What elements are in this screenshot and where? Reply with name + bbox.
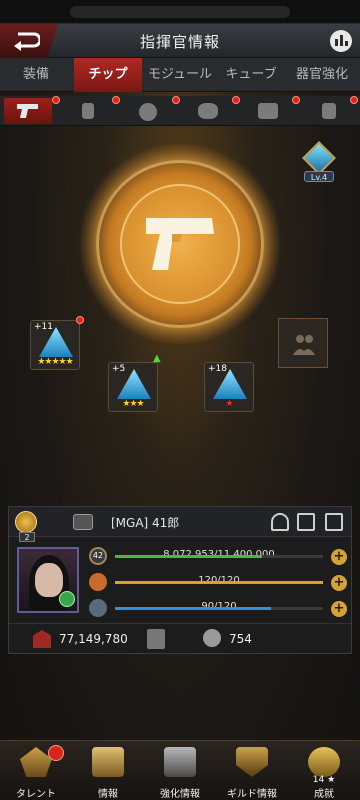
chip-level: +11 (34, 322, 53, 332)
exp-plus-button[interactable]: + (331, 549, 347, 565)
notification-dot (112, 96, 120, 104)
rank-shield-icon (15, 511, 37, 533)
profile-settings-icon[interactable] (271, 513, 289, 531)
stamina-bar-fill (115, 581, 323, 584)
tab-bar: 装備 チップ モジュール キューブ 器官強化 (0, 58, 360, 92)
nav-label: タレント (16, 789, 56, 800)
upgrade-icon (164, 747, 196, 777)
tab-cube[interactable]: キューブ (218, 58, 284, 92)
exp-bar (115, 555, 323, 558)
nav-info[interactable]: 情報 (72, 741, 144, 800)
rank-badge[interactable]: Lv.4 (302, 141, 336, 182)
chip-stars: ★ (225, 399, 233, 409)
energy-icon (89, 599, 107, 617)
player-info-panel: 2 [MGA] 41郎 42 8,072,953/11,400,000 + 12… (8, 506, 352, 654)
avatar-face (35, 563, 63, 597)
power-value: 77,149,780 (59, 632, 128, 646)
player-rank-badge: 2 (15, 511, 39, 542)
chip-level: +5 (112, 364, 126, 374)
exp-bar-fill (115, 555, 263, 558)
nav-label: ギルド情報 (227, 789, 277, 800)
upgrade-arrow-icon: ▲ (153, 353, 161, 364)
nav-talent[interactable]: タレント (0, 741, 72, 800)
notification-dot (292, 96, 300, 104)
category-boot[interactable] (304, 98, 352, 124)
tab-equipment[interactable]: 装備 (0, 58, 72, 92)
achievement-count: 14 ★ (312, 775, 336, 785)
skull-icon (203, 629, 221, 647)
pistol-icon (17, 104, 38, 118)
player-name: [MGA] 41郎 (111, 516, 180, 530)
chip-category-bar (0, 96, 360, 126)
nav-achievement[interactable]: 14 ★ 成就 (288, 741, 360, 800)
energy-bar-fill (115, 607, 271, 610)
player-rank: 2 (19, 532, 35, 542)
boot-icon (322, 103, 336, 119)
stats-button[interactable] (330, 30, 352, 52)
guild-icon (236, 747, 268, 777)
power-icon (33, 630, 51, 648)
category-vest[interactable] (244, 98, 292, 124)
chip-slot-2[interactable]: +5 ★★★ ▲ (108, 353, 161, 412)
top-strip (0, 0, 360, 24)
rank-diamond-icon (302, 141, 336, 175)
rank-level: Lv.4 (304, 171, 334, 182)
info-icon (92, 747, 124, 777)
chip-slot-1[interactable]: +11 ★★★★★ (30, 320, 80, 370)
notification-dot (172, 96, 180, 104)
header-bar: 指揮官情報 (0, 24, 360, 58)
chip-stars: ★★★ (122, 399, 144, 409)
notification-dot (232, 96, 240, 104)
energy-bar (115, 607, 323, 610)
top-band (70, 6, 290, 18)
kill-count: 754 (229, 632, 252, 646)
people-icon (293, 335, 315, 355)
panel-header: 2 [MGA] 41郎 (9, 507, 351, 542)
category-pistol[interactable] (4, 98, 52, 124)
nav-label: 情報 (98, 789, 118, 800)
page-title: 指揮官情報 (139, 33, 220, 51)
stamina-bar (115, 581, 323, 584)
edit-icon[interactable] (325, 513, 343, 531)
player-level-badge: 42 (89, 547, 107, 565)
notification-dot (76, 316, 84, 324)
notification-dot (350, 96, 358, 104)
nav-guild[interactable]: ギルド情報 (216, 741, 288, 800)
category-card[interactable] (64, 98, 112, 124)
panel-footer: 77,149,780 754 (9, 623, 351, 653)
stamina-plus-button[interactable]: + (331, 575, 347, 591)
pistol-icon (146, 218, 214, 270)
stamina-icon (89, 573, 107, 591)
nav-label: 強化情報 (160, 789, 200, 800)
grenade-icon (139, 103, 157, 121)
card-icon (82, 103, 94, 119)
achievement-icon (308, 747, 340, 777)
avatar[interactable] (17, 547, 79, 613)
vest-icon (258, 103, 278, 119)
notification-dot (48, 745, 64, 761)
list-icon[interactable] (297, 513, 315, 531)
avatar-switch-icon[interactable] (59, 591, 75, 607)
tab-module[interactable]: モジュール (142, 58, 218, 92)
guild-emblem-icon[interactable] (73, 514, 93, 530)
commander-info-screen: 指揮官情報 装備 チップ モジュール キューブ 器官強化 Lv.4 +11 ★★… (0, 0, 360, 800)
nav-upgrade[interactable]: 強化情報 (144, 741, 216, 800)
tab-chip[interactable]: チップ (74, 58, 142, 92)
nav-label: 成就 (314, 789, 334, 800)
chip-level: +18 (208, 364, 227, 374)
mask-icon (198, 103, 218, 119)
category-grenade[interactable] (124, 98, 172, 124)
tab-organ-enhance[interactable]: 器官強化 (284, 58, 360, 92)
chip-slot-empty[interactable] (278, 318, 328, 368)
chip-slot-3[interactable]: +18 ★ (204, 362, 254, 412)
category-mask[interactable] (184, 98, 232, 124)
bottom-nav: タレント 情報 強化情報 ギルド情報 14 ★ 成就 (0, 740, 360, 800)
energy-plus-button[interactable]: + (331, 601, 347, 617)
kill-stats-icon[interactable] (147, 629, 165, 649)
notification-dot (52, 96, 60, 104)
chip-stars: ★★★★★ (37, 357, 73, 367)
